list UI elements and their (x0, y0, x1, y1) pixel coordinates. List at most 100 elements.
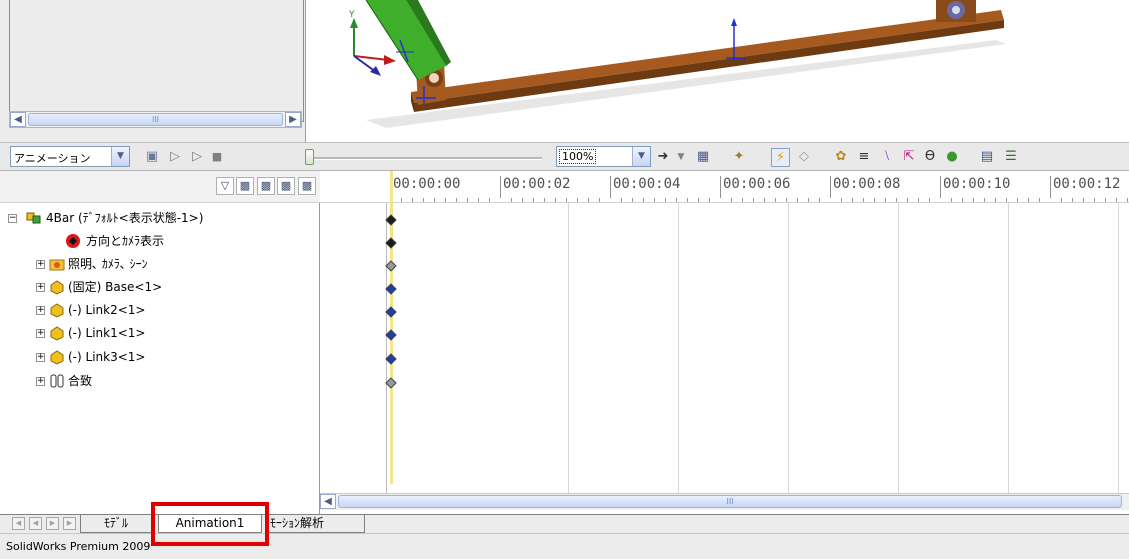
timeline-minor-tick (1127, 198, 1128, 202)
timeline-minor-tick (808, 198, 809, 202)
filter-driving-icon[interactable]: ▩ (257, 177, 275, 195)
play-from-start-icon[interactable]: ▷ (166, 148, 184, 166)
timeline-minor-tick (973, 198, 974, 202)
tab-model[interactable]: ﾓﾃﾞﾙ (80, 515, 152, 533)
part-icon (50, 326, 64, 341)
timeline-time-label: 00:00:08 (833, 176, 901, 192)
study-properties-icon[interactable]: ☰ (1002, 148, 1020, 166)
timeline-minor-tick (786, 198, 787, 202)
timeline-minor-tick (874, 198, 875, 202)
playback-mode-dropdown-icon[interactable]: ▼ (672, 148, 690, 166)
stop-icon[interactable]: ■ (208, 148, 226, 166)
timeline-horizontal-scrollbar[interactable]: ◀ III (320, 493, 1129, 510)
next-tab-icon[interactable]: ▶ (46, 517, 59, 530)
svg-text:Y: Y (348, 10, 355, 20)
collapse-icon[interactable]: − (8, 214, 17, 223)
first-tab-icon[interactable]: ◀ (12, 517, 25, 530)
chevron-down-icon[interactable]: ▼ (111, 147, 129, 166)
timeline-time-label: 00:00:04 (613, 176, 681, 192)
filter-results-icon[interactable]: ▩ (298, 177, 316, 195)
scroll-thumb[interactable]: III (338, 495, 1122, 508)
timeline-minor-tick (467, 198, 468, 202)
timeline-minor-tick (907, 198, 908, 202)
panel-horizontal-scrollbar[interactable]: ◀ III ▶ (9, 111, 302, 128)
autokey-icon[interactable]: ⚡ (771, 148, 790, 167)
expand-icon[interactable]: + (36, 260, 45, 269)
expand-icon[interactable]: + (36, 377, 45, 386)
playback-speed-select[interactable]: 100% ▼ (556, 146, 651, 167)
scroll-left-arrow-icon[interactable]: ◀ (10, 112, 26, 127)
play-icon[interactable]: ▷ (188, 148, 206, 166)
contact-set-icon[interactable]: ● (943, 148, 961, 166)
prev-tab-icon[interactable]: ◀ (29, 517, 42, 530)
tree-item-label: (固定) Base<1> (68, 280, 163, 294)
timeline-minor-tick (654, 198, 655, 202)
expand-icon[interactable]: + (36, 329, 45, 338)
results-plot-icon[interactable]: ▤ (978, 148, 996, 166)
timeline-minor-tick (863, 198, 864, 202)
filter-icon[interactable]: ▽ (216, 177, 234, 195)
timeline-minor-tick (984, 198, 985, 202)
timeline-minor-tick (676, 198, 677, 202)
playback-speed-slider[interactable] (305, 149, 314, 165)
timeline-major-tick (610, 176, 611, 198)
tree-item-label: (-) Link3<1> (68, 350, 146, 364)
playback-mode-icon[interactable]: ➜ (654, 148, 672, 166)
chevron-down-icon[interactable]: ▼ (632, 147, 650, 166)
timeline-minor-tick (995, 198, 996, 202)
timeline-minor-tick (401, 198, 402, 202)
timeline-minor-tick (918, 198, 919, 202)
force-icon[interactable]: ⇱ (900, 148, 918, 166)
tree-item-label: 照明､ ｶﾒﾗ､ ｼｰﾝ (68, 257, 148, 271)
timeline-minor-tick (841, 198, 842, 202)
playback-speed-track[interactable] (312, 157, 542, 160)
timeline-gridline (898, 202, 899, 493)
expand-icon[interactable]: + (36, 306, 45, 315)
motor-icon[interactable]: ✿ (832, 148, 850, 166)
timeline-minor-tick (962, 198, 963, 202)
tree-filter-bar: ▽ ▩ ▩ ▩ ▩ (0, 171, 320, 203)
filter-animated-icon[interactable]: ▩ (236, 177, 254, 195)
add-key-icon[interactable]: ◇ (795, 148, 813, 166)
timeline-minor-tick (489, 198, 490, 202)
last-tab-icon[interactable]: ▶ (63, 517, 76, 530)
timeline-minor-tick (885, 198, 886, 202)
assembly-icon (26, 212, 41, 224)
timeline-gridline (1118, 202, 1119, 493)
expand-icon[interactable]: + (36, 353, 45, 362)
timeline-minor-tick (599, 198, 600, 202)
gravity-icon[interactable]: ϴ (921, 148, 939, 166)
scroll-thumb[interactable]: III (28, 113, 283, 126)
scroll-left-arrow-icon[interactable]: ◀ (320, 494, 336, 509)
timeline-minor-tick (896, 198, 897, 202)
timeline-time-label: 00:00:10 (943, 176, 1011, 192)
filter-selected-icon[interactable]: ▩ (277, 177, 295, 195)
graphics-viewport[interactable]: Y (306, 0, 1129, 142)
timeline-minor-tick (775, 198, 776, 202)
contact-icon[interactable]: ⧵ (878, 148, 896, 166)
timeline-gridline (788, 202, 789, 493)
timeline-minor-tick (412, 198, 413, 202)
timeline-minor-tick (764, 198, 765, 202)
timeline-area[interactable] (320, 171, 1129, 493)
animation-wizard-icon[interactable]: ✦ (730, 148, 748, 166)
playback-speed-value: 100% (559, 149, 597, 164)
assembly-model-render: Y (348, 0, 1006, 128)
spring-icon[interactable]: ≡ (855, 148, 873, 166)
timeline-minor-tick (456, 198, 457, 202)
timeline-minor-tick (423, 198, 424, 202)
tree-item-label: 合致 (68, 374, 93, 388)
timeline-major-tick (720, 176, 721, 198)
timeline-minor-tick (1116, 198, 1117, 202)
tab-motion-analysis[interactable]: ﾓｰｼｮﾝ解析 (265, 515, 365, 533)
timeline-minor-tick (687, 198, 688, 202)
expand-icon[interactable]: + (36, 283, 45, 292)
timeline-major-tick (940, 176, 941, 198)
timeline-header[interactable]: 00:00:00 00:00:02 00:00:04 00:00:06 00:00:08… (320, 171, 1129, 203)
study-type-select[interactable]: アニメーション ▼ (10, 146, 130, 167)
save-animation-icon[interactable]: ▦ (694, 148, 712, 166)
part-icon (50, 280, 64, 295)
scroll-right-arrow-icon[interactable]: ▶ (285, 112, 301, 127)
calculate-icon[interactable]: ▣ (143, 148, 161, 166)
timeline-minor-tick (819, 198, 820, 202)
